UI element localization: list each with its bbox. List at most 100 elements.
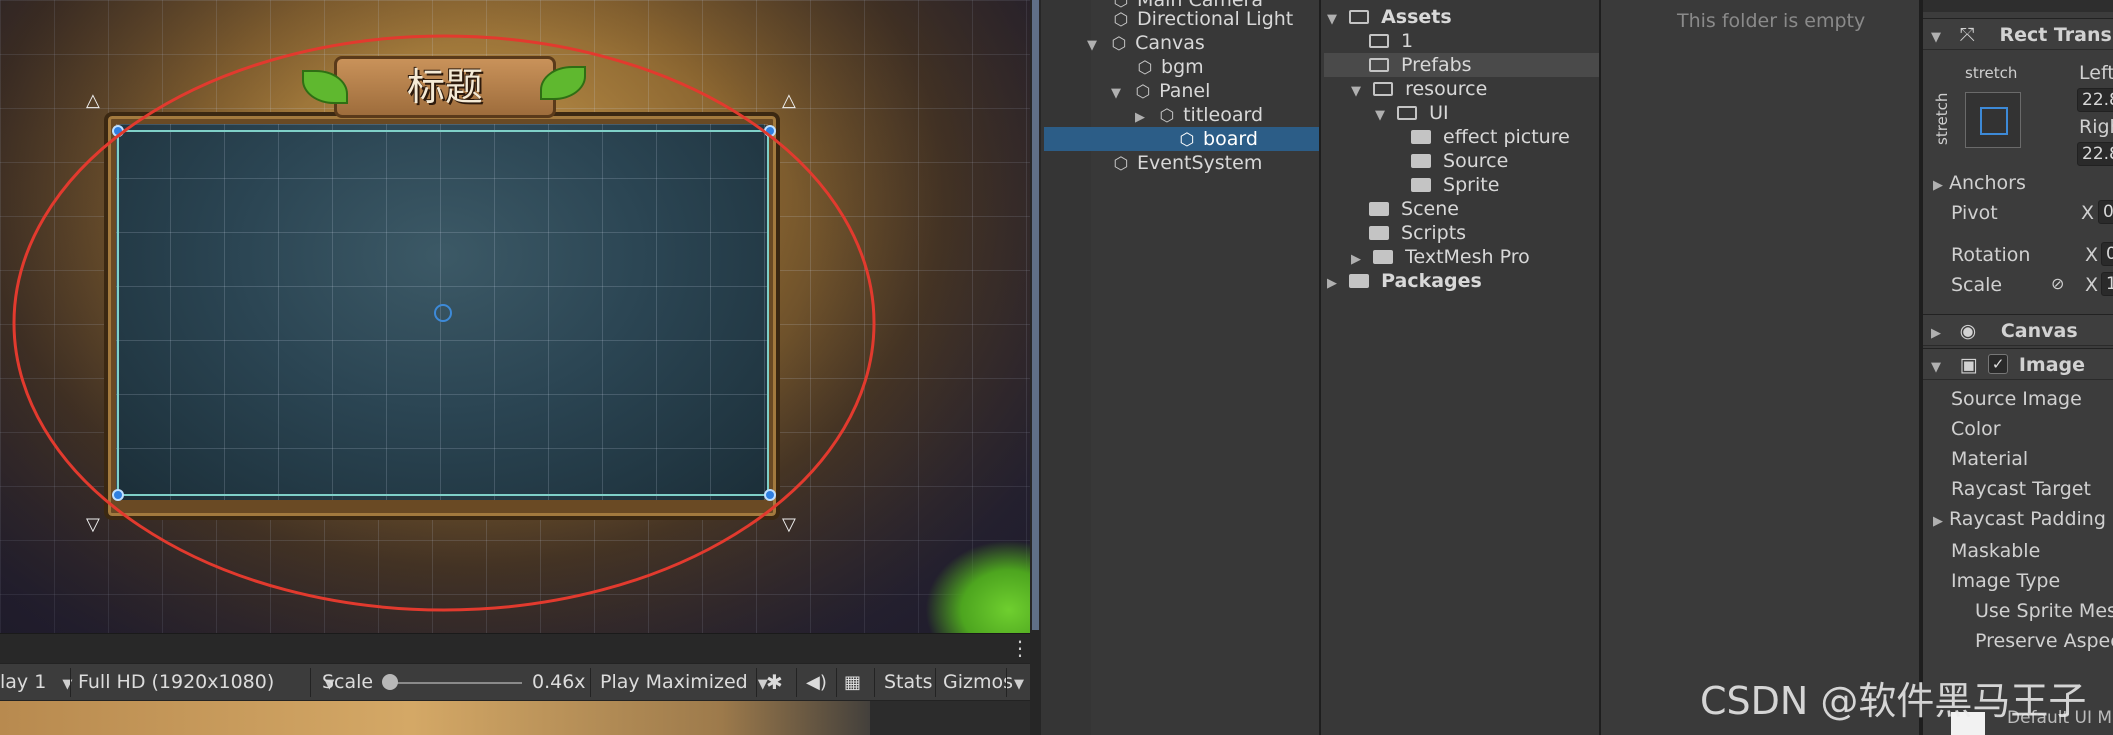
gameobject-cube-icon: ⬡ xyxy=(1179,130,1195,150)
anchors-row[interactable]: ▶ Anchors xyxy=(1933,172,2026,194)
project-item-1[interactable]: 1 xyxy=(1369,29,1413,53)
project-item-prefabs[interactable]: Prefabs xyxy=(1324,53,1599,77)
game-tab-bar: ⋮ xyxy=(0,633,1030,663)
hierarchy-item-board[interactable]: ⬡ board xyxy=(1044,127,1319,151)
folder-icon xyxy=(1369,202,1389,216)
hierarchy-item-label: EventSystem xyxy=(1137,152,1263,174)
csdn-watermark: CSDN @软件黑马王子 xyxy=(1700,679,2087,723)
scale-x-label: X xyxy=(2085,274,2099,296)
folder-icon xyxy=(1411,130,1431,144)
constrain-proportions-icon[interactable]: ⊘ xyxy=(2051,274,2064,293)
project-panel: ▼ Assets 1 Prefabs ▼ resource ▼ UI effec… xyxy=(1321,0,1601,735)
hierarchy-item-panel[interactable]: ▼ ⬡ Panel xyxy=(1111,79,1211,103)
hierarchy-item-label: board xyxy=(1203,128,1258,150)
scale-value: 0.46x xyxy=(532,671,586,693)
project-item-label: Prefabs xyxy=(1401,54,1472,76)
component-title: Rect Trans xyxy=(1999,24,2112,46)
folder-icon xyxy=(1349,274,1370,288)
project-item-label: Packages xyxy=(1381,270,1482,292)
project-item-label: 1 xyxy=(1401,30,1414,52)
project-item-resource[interactable]: ▼ resource xyxy=(1351,77,1487,101)
scale-slider-knob[interactable] xyxy=(382,674,398,690)
empty-folder-message: This folder is empty xyxy=(1677,10,1866,32)
project-item-effect-picture[interactable]: effect picture xyxy=(1411,125,1570,149)
folder-open-icon xyxy=(1397,106,1418,120)
right-field[interactable]: 22.8 xyxy=(2077,142,2113,166)
display-label: lay 1 xyxy=(0,671,47,693)
source-image-label: Source Image xyxy=(1951,388,2082,410)
stats-button[interactable]: Stats xyxy=(884,664,933,701)
gameobject-cube-icon: ⬡ xyxy=(1135,82,1151,102)
play-mode-label: Play Maximized xyxy=(600,671,748,693)
anchor-preset-label: stretch xyxy=(1965,64,2018,82)
bug-icon[interactable]: ✱ xyxy=(766,664,783,701)
project-item-scripts[interactable]: Scripts xyxy=(1369,221,1466,245)
expand-arrow-icon[interactable]: ▼ xyxy=(1111,82,1127,106)
image-enabled-checkbox[interactable]: ✓ xyxy=(1988,354,2009,374)
gameobject-cube-icon: ⬡ xyxy=(1111,34,1127,54)
expand-arrow-icon[interactable]: ▼ xyxy=(1351,80,1367,104)
expand-arrow-icon[interactable]: ▼ xyxy=(1375,104,1391,128)
pivot-x-label: X xyxy=(2081,202,2095,224)
collapse-arrow-icon[interactable]: ▶ xyxy=(1327,272,1343,296)
raycast-target-label: Raycast Target xyxy=(1951,478,2091,500)
project-item-label: Sprite xyxy=(1443,174,1500,196)
image-component-header[interactable]: ▼ ▣ ✓ Image xyxy=(1923,348,2113,380)
project-item-source[interactable]: Source xyxy=(1411,149,1508,173)
folder-open-icon xyxy=(1349,10,1370,24)
project-item-sprite[interactable]: Sprite xyxy=(1411,173,1499,197)
resolution-dropdown[interactable]: Full HD (1920x1080) ▼ xyxy=(78,664,334,701)
hierarchy-item-directional-light[interactable]: ⬡ Directional Light xyxy=(1111,7,1294,31)
scale-slider-track[interactable] xyxy=(390,682,522,684)
canvas-renderer-header[interactable]: ▶ ◉ Canvas Ren xyxy=(1923,314,2113,377)
eye-icon: ◉ xyxy=(1959,320,1977,342)
left-field[interactable]: 22.8 xyxy=(2077,88,2113,112)
panel-divider[interactable] xyxy=(1030,0,1041,735)
keyboard-icon[interactable]: ▦ xyxy=(844,664,861,701)
material-label: Material xyxy=(1951,448,2029,470)
scene-view[interactable]: 标题 △ △ ▽ ▽ xyxy=(0,0,1030,633)
game-view-preview xyxy=(0,701,1030,735)
display-dropdown[interactable]: lay 1 ▼ xyxy=(0,664,72,701)
hierarchy-item-label: bgm xyxy=(1161,56,1204,78)
scale-label: Scale xyxy=(322,671,374,693)
project-item-scene[interactable]: Scene xyxy=(1369,197,1459,221)
collapse-arrow-icon: ▶ xyxy=(1933,514,1943,529)
folder-icon xyxy=(1411,178,1431,192)
pivot-x-field[interactable]: 0 xyxy=(2098,200,2113,224)
project-item-textmesh-pro[interactable]: ▶ TextMesh Pro xyxy=(1351,245,1530,269)
project-content-area[interactable]: This folder is empty xyxy=(1601,0,1921,735)
more-menu-icon[interactable]: ⋮ xyxy=(1010,636,1030,660)
rotation-x-label: X xyxy=(2085,244,2099,266)
project-item-assets[interactable]: ▼ Assets xyxy=(1327,5,1452,29)
anchor-preset-vertical-label: stretch xyxy=(1933,92,1951,145)
hierarchy-item-bgm[interactable]: ⬡ bgm xyxy=(1135,55,1204,79)
hierarchy-item-eventsystem[interactable]: ⬡ EventSystem xyxy=(1111,151,1263,175)
play-mode-dropdown[interactable]: Play Maximized ▼ xyxy=(600,664,768,701)
raycast-padding-row[interactable]: ▶ Raycast Padding xyxy=(1933,508,2106,530)
scale-label: Scale xyxy=(1951,274,2003,296)
audio-mute-icon[interactable]: ◀) xyxy=(806,664,827,701)
hierarchy-item-titleoard[interactable]: ▶ ⬡ titleoard xyxy=(1135,103,1263,127)
gizmos-button[interactable]: Gizmos xyxy=(943,664,1013,701)
collapse-arrow-icon: ▶ xyxy=(1933,178,1943,193)
chevron-down-icon: ▼ xyxy=(1014,677,1024,692)
project-item-label: UI xyxy=(1429,102,1449,124)
gizmos-dropdown[interactable]: ▼ xyxy=(1014,664,1024,701)
red-ellipse-annotation xyxy=(12,34,876,612)
color-label: Color xyxy=(1951,418,2001,440)
rect-transform-icon: ⤧ xyxy=(1959,24,1975,46)
anchor-preset-button[interactable] xyxy=(1965,92,2021,148)
right-label: Righ xyxy=(2079,116,2113,138)
left-label: Left xyxy=(2079,62,2113,84)
scale-x-field[interactable]: 1 xyxy=(2101,272,2113,296)
hierarchy-item-canvas[interactable]: ▼ ⬡ Canvas xyxy=(1087,31,1205,55)
gameobject-cube-icon: ⬡ xyxy=(1159,106,1175,126)
expand-arrow-icon[interactable]: ▼ xyxy=(1087,34,1103,58)
rotation-x-field[interactable]: 0 xyxy=(2101,242,2113,266)
rect-transform-header[interactable]: ▼ ⤧ Rect Trans xyxy=(1923,18,2113,50)
expand-arrow-icon[interactable]: ▼ xyxy=(1327,8,1343,32)
project-item-ui[interactable]: ▼ UI xyxy=(1375,101,1449,125)
hierarchy-item-label: Panel xyxy=(1159,80,1211,102)
project-item-packages[interactable]: ▶ Packages xyxy=(1327,269,1482,293)
